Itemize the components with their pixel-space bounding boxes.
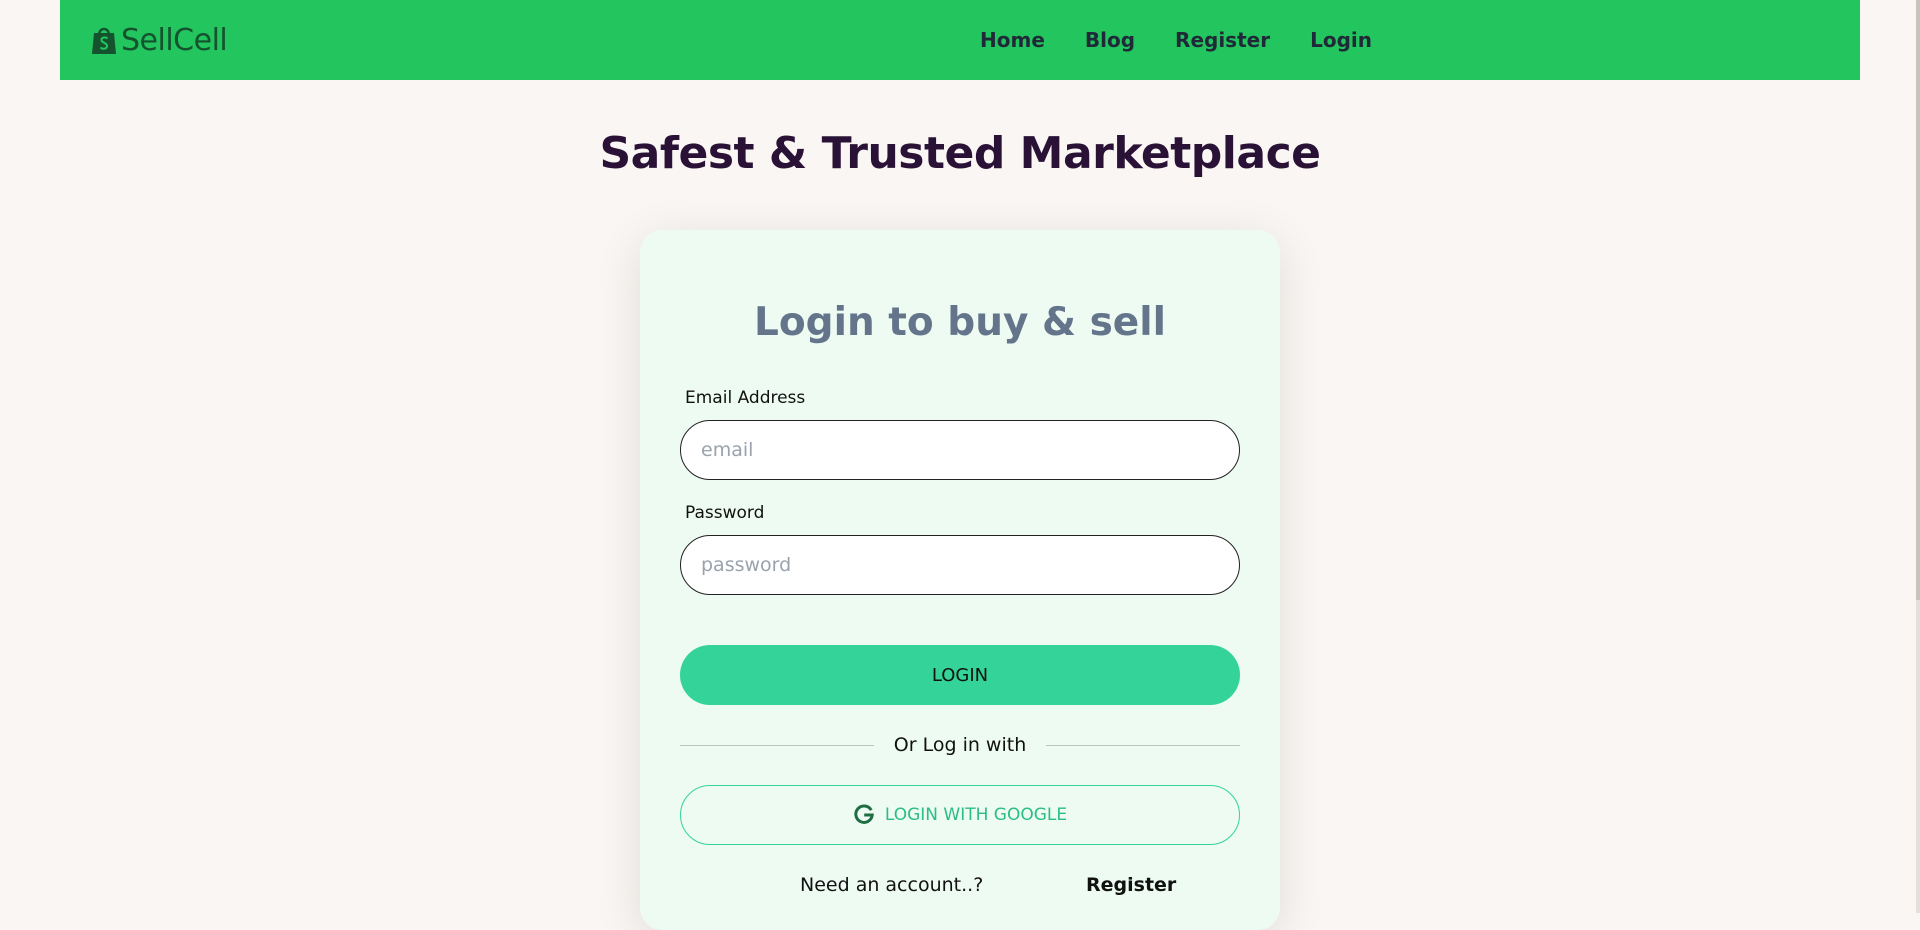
nav-link-register[interactable]: Register <box>1175 28 1270 52</box>
divider-line-right <box>1046 744 1241 746</box>
email-field[interactable] <box>680 420 1240 480</box>
scrollbar-thumb[interactable] <box>1916 0 1920 600</box>
login-card-title: Login to buy & sell <box>754 300 1166 345</box>
brand-name: SellCell <box>121 22 228 58</box>
nav-link-login[interactable]: Login <box>1310 28 1372 52</box>
nav-link-blog[interactable]: Blog <box>1085 28 1135 52</box>
password-label: Password <box>685 503 765 523</box>
page-title: Safest & Trusted Marketplace <box>599 128 1321 179</box>
top-navbar: SellCell Home Blog Register Login <box>60 0 1860 80</box>
register-prompt: Need an account..? Register <box>680 870 1240 904</box>
register-link[interactable]: Register <box>1086 874 1176 896</box>
google-login-label: LOGIN WITH GOOGLE <box>884 805 1068 825</box>
google-icon <box>854 804 874 824</box>
need-account-text: Need an account..? <box>800 874 984 896</box>
login-card: Login to buy & sell Email Address Passwo… <box>640 230 1280 930</box>
nav-link-home[interactable]: Home <box>980 28 1045 52</box>
login-button[interactable]: LOGIN <box>680 645 1240 705</box>
or-divider: Or Log in with <box>680 730 1241 760</box>
email-label: Email Address <box>685 388 806 408</box>
nav-links: Home Blog Register Login <box>980 0 1372 80</box>
shopping-bag-icon <box>92 27 116 54</box>
password-field[interactable] <box>680 535 1240 595</box>
divider-text: Or Log in with <box>893 734 1027 756</box>
brand-logo-link[interactable]: SellCell <box>91 0 228 80</box>
google-login-button[interactable]: LOGIN WITH GOOGLE <box>680 785 1240 845</box>
divider-line-left <box>680 744 874 746</box>
